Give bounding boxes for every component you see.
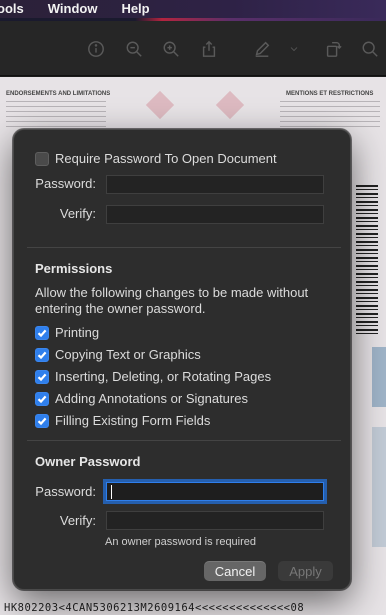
menu-bar: ools Window Help xyxy=(0,0,386,18)
permission-annotations[interactable]: Adding Annotations or Signatures xyxy=(35,391,248,406)
permission-label: Copying Text or Graphics xyxy=(55,347,201,362)
permission-label: Filling Existing Form Fields xyxy=(55,413,211,428)
open-password-field[interactable] xyxy=(106,175,324,194)
doc-side-panel xyxy=(372,427,386,547)
divider xyxy=(27,440,341,441)
doc-header-right: MENTIONS ET RESTRICTIONS xyxy=(286,91,374,97)
info-icon[interactable] xyxy=(86,39,106,59)
menu-window[interactable]: Window xyxy=(36,0,110,18)
checkbox-checked-icon[interactable] xyxy=(35,347,49,362)
require-password-row[interactable]: Require Password To Open Document xyxy=(35,151,277,166)
barcode xyxy=(356,185,378,335)
menu-tools[interactable]: ools xyxy=(0,0,36,18)
checkbox-checked-icon[interactable] xyxy=(35,391,49,406)
divider xyxy=(27,247,341,248)
doc-fine-print xyxy=(280,101,380,129)
rotate-icon[interactable] xyxy=(323,39,343,59)
open-verify-label: Verify: xyxy=(59,206,96,221)
password-protection-dialog: Require Password To Open Document Passwo… xyxy=(13,129,351,590)
permission-label: Printing xyxy=(55,325,100,340)
permission-printing[interactable]: Printing xyxy=(35,325,99,340)
permissions-title: Permissions xyxy=(35,261,113,276)
checkbox-checked-icon[interactable] xyxy=(35,369,49,384)
maple-leaf-icon xyxy=(145,90,175,120)
permission-label: Inserting, Deleting, or Rotating Pages xyxy=(55,369,272,384)
permissions-description: Allow the following changes to be made w… xyxy=(35,285,309,316)
doc-side-panel xyxy=(372,347,386,407)
open-password-label: Password: xyxy=(35,176,96,191)
chevron-down-icon[interactable] xyxy=(288,39,300,59)
owner-verify-label: Verify: xyxy=(59,513,96,528)
zoom-in-icon[interactable] xyxy=(161,39,181,59)
text-caret xyxy=(111,485,112,499)
owner-password-hint: An owner password is required xyxy=(105,536,257,548)
cancel-button[interactable]: Cancel xyxy=(204,561,266,581)
zoom-out-icon[interactable] xyxy=(124,39,144,59)
owner-password-field[interactable] xyxy=(106,482,324,501)
mrz-line: HK802203<4CAN5306213M2609164<<<<<<<<<<<<… xyxy=(4,602,305,614)
owner-password-label: Password: xyxy=(35,484,96,499)
owner-password-title: Owner Password xyxy=(35,454,141,469)
require-password-label: Require Password To Open Document xyxy=(55,151,277,166)
menu-help[interactable]: Help xyxy=(109,0,161,18)
require-password-checkbox[interactable] xyxy=(35,151,49,166)
toolbar xyxy=(0,21,386,76)
permission-forms[interactable]: Filling Existing Form Fields xyxy=(35,413,210,428)
markup-pen-icon[interactable] xyxy=(252,39,272,59)
checkbox-checked-icon[interactable] xyxy=(35,413,49,428)
open-verify-field[interactable] xyxy=(106,205,324,224)
apply-button[interactable]: Apply xyxy=(278,561,333,581)
maple-leaf-icon xyxy=(215,90,245,120)
permission-copying[interactable]: Copying Text or Graphics xyxy=(35,347,201,362)
permission-pages[interactable]: Inserting, Deleting, or Rotating Pages xyxy=(35,369,271,384)
checkbox-checked-icon[interactable] xyxy=(35,325,49,340)
search-icon[interactable] xyxy=(360,39,380,59)
doc-fine-print xyxy=(6,101,106,129)
permission-label: Adding Annotations or Signatures xyxy=(55,391,248,406)
owner-verify-field[interactable] xyxy=(106,511,324,530)
share-icon[interactable] xyxy=(199,39,219,59)
doc-header-left: ENDORSEMENTS AND LIMITATIONS xyxy=(6,91,111,97)
